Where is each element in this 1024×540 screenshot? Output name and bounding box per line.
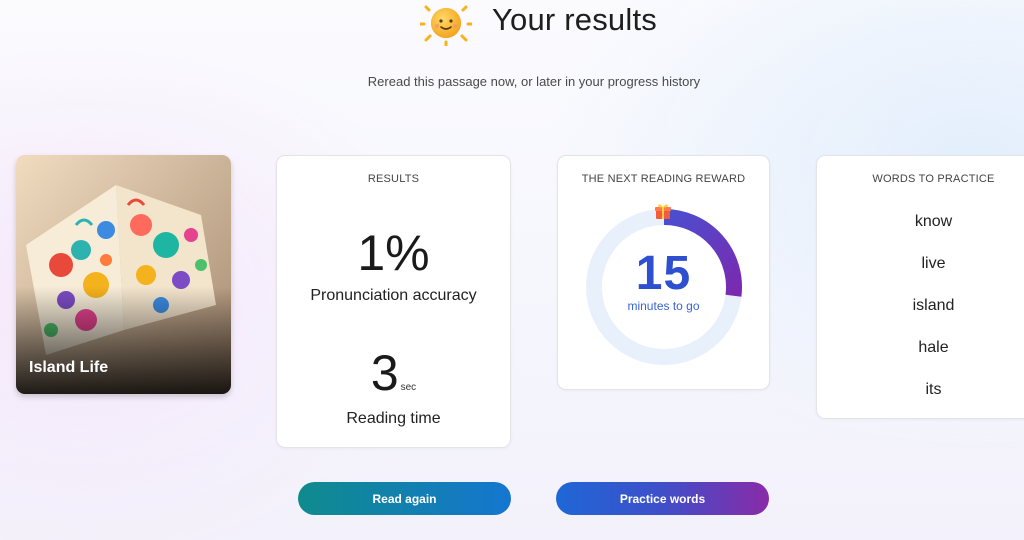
accuracy-label: Pronunciation accuracy bbox=[310, 287, 477, 304]
results-card: RESULTS 1% Pronunciation accuracy 3 sec R… bbox=[276, 155, 511, 448]
reward-card: THE NEXT READING REWARD 15 minutes to go bbox=[557, 155, 770, 390]
reading-time-label: Reading time bbox=[346, 410, 441, 427]
practice-word[interactable]: know bbox=[817, 213, 1024, 231]
reading-time-value: 3 sec bbox=[277, 348, 510, 398]
practice-word[interactable]: island bbox=[817, 297, 1024, 315]
reading-time-number: 3 bbox=[370, 345, 399, 401]
read-again-button[interactable]: Read again bbox=[298, 482, 511, 515]
book-title: Island Life bbox=[29, 359, 109, 376]
reward-heading: THE NEXT READING REWARD bbox=[581, 173, 746, 185]
page-title: Your results bbox=[492, 2, 657, 37]
accuracy-value: 1% bbox=[357, 225, 430, 281]
words-card: WORDS TO PRACTICE know live island hale … bbox=[816, 155, 1024, 419]
gift-icon bbox=[655, 204, 671, 219]
practice-word[interactable]: its bbox=[817, 381, 1024, 399]
reward-minutes: 15 bbox=[635, 247, 692, 300]
practice-word[interactable]: hale bbox=[817, 339, 1024, 357]
words-heading: WORDS TO PRACTICE bbox=[872, 173, 995, 185]
results-heading: RESULTS bbox=[367, 173, 420, 185]
practice-word[interactable]: live bbox=[817, 255, 1024, 273]
reward-label: minutes to go bbox=[627, 299, 700, 313]
book-card[interactable]: Island Life bbox=[16, 155, 231, 394]
sun-icon bbox=[420, 5, 472, 46]
page-subtitle: Reread this passage now, or later in you… bbox=[367, 74, 701, 89]
practice-words-button[interactable]: Practice words bbox=[556, 482, 769, 515]
reading-time-unit: sec bbox=[400, 382, 417, 393]
